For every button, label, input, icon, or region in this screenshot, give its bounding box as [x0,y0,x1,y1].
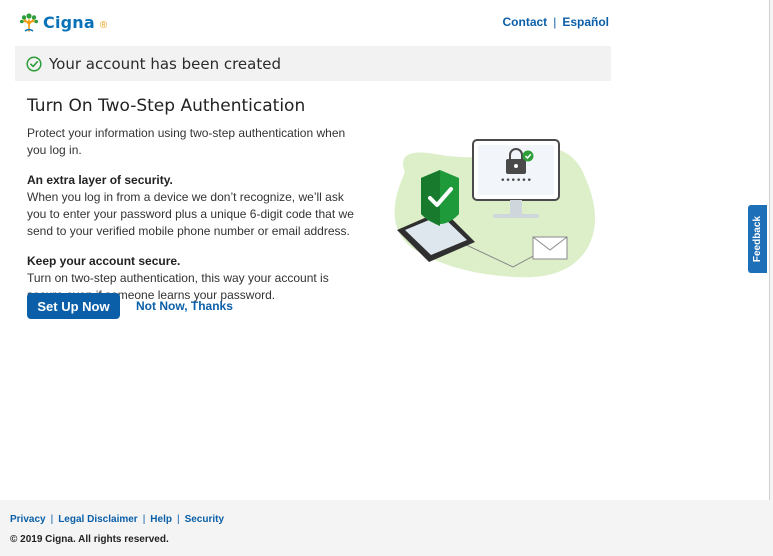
footer-separator: | [176,514,180,525]
security-link[interactable]: Security [185,514,224,525]
footer-separator: | [50,514,54,525]
check-circle-icon [26,55,42,72]
shield-icon [421,170,459,226]
badge-check-icon [522,150,534,162]
footer: Privacy | Legal Disclaimer | Help | Secu… [0,500,770,556]
page-title: Turn On Two-Step Authentication [27,96,306,116]
success-banner: Your account has been created [15,46,611,81]
header-separator: | [553,15,557,29]
privacy-link[interactable]: Privacy [10,514,46,525]
logo-registered-mark: ® [99,19,108,31]
envelope-icon [532,236,568,260]
two-step-illustration-svg: •••••• [394,139,595,278]
logo-text: Cigna [43,12,95,32]
contact-link[interactable]: Contact [503,15,548,29]
action-buttons: Set Up Now Not Now, Thanks [27,293,233,319]
two-step-illustration: •••••• [385,132,610,282]
secure-heading: Keep your account secure. [27,254,181,268]
espanol-link[interactable]: Español [562,15,609,29]
tree-of-life-icon [20,13,38,32]
intro-text: Protect your information using two-step … [27,126,346,157]
legal-disclaimer-link[interactable]: Legal Disclaimer [58,514,137,525]
password-dots: •••••• [500,176,532,186]
banner-message: Your account has been created [49,54,281,73]
security-body: When you log in from a device we don’t r… [27,190,354,238]
feedback-label: Feedback [752,215,763,263]
security-heading: An extra layer of security. [27,173,173,187]
feedback-tab[interactable]: Feedback [748,205,767,273]
set-up-now-button[interactable]: Set Up Now [27,293,120,319]
cigna-logo[interactable]: Cigna ® [19,11,107,33]
help-link[interactable]: Help [150,514,172,525]
footer-separator: | [142,514,146,525]
not-now-link[interactable]: Not Now, Thanks [136,299,233,313]
footer-links: Privacy | Legal Disclaimer | Help | Secu… [10,514,224,525]
page: Cigna ® Contact | Español Your account ha… [0,0,770,556]
security-section: An extra layer of security. When you log… [27,172,357,240]
header-links: Contact | Español [503,15,609,29]
main-content: Turn On Two-Step Authentication Protect … [27,96,357,317]
copyright-text: © 2019 Cigna. All rights reserved. [10,534,169,545]
